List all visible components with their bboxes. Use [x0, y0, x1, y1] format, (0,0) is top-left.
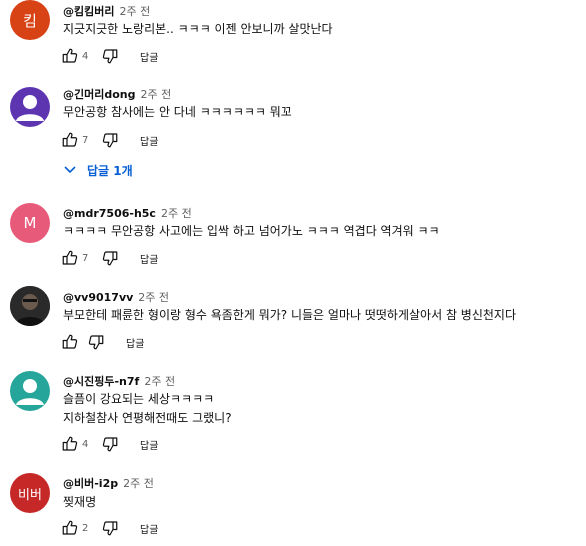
comment-header: @긴머리dong 2주 전: [63, 86, 171, 102]
avatar[interactable]: 비버: [10, 473, 50, 513]
reply-button[interactable]: 답글: [126, 335, 144, 350]
avatar[interactable]: [10, 371, 50, 411]
thumbs-down-icon[interactable]: [100, 130, 120, 150]
thumbs-down-icon[interactable]: [100, 434, 120, 454]
avatar[interactable]: [10, 286, 50, 326]
avatar-initial: 킴: [23, 11, 37, 30]
person-icon: [16, 379, 44, 405]
comment-header: @비버-i2p 2주 전: [63, 475, 154, 491]
comment-time[interactable]: 2주 전: [138, 291, 169, 304]
thumbs-down-icon[interactable]: [100, 46, 120, 66]
view-replies-label: 답글 1개: [87, 164, 133, 178]
comment-actions: 4 답글: [60, 45, 158, 67]
comment-text: 찢재명: [63, 495, 97, 509]
like-count: 4: [82, 50, 89, 62]
thumbs-down-icon[interactable]: [100, 518, 120, 538]
comment-time[interactable]: 2주 전: [141, 88, 172, 101]
thumbs-up-icon[interactable]: [60, 434, 80, 454]
comment-author[interactable]: @킴킴버리: [63, 5, 114, 18]
comment-header: @vv9017vv 2주 전: [63, 289, 169, 305]
comment-author[interactable]: @비버-i2p: [63, 477, 118, 490]
comment-time[interactable]: 2주 전: [123, 477, 154, 490]
comment-actions: 답글: [60, 331, 144, 353]
comment-header: @시진핑두-n7f 2주 전: [63, 373, 175, 389]
comment-actions: 7 답글: [60, 129, 158, 151]
thumbs-up-icon[interactable]: [60, 130, 80, 150]
comment-author[interactable]: @mdr7506-h5c: [63, 207, 156, 220]
profile-photo: [10, 286, 50, 326]
like-count: 2: [82, 522, 89, 534]
comment-text: 부모한테 패륜한 형이랑 형수 욕좀한게 뭐가? 니들은 얼마나 떳떳하게살아서…: [63, 308, 516, 322]
reply-button[interactable]: 답글: [140, 251, 158, 266]
comment-actions: 2 답글: [60, 517, 158, 539]
like-count: 7: [82, 134, 89, 146]
thumbs-up-icon[interactable]: [60, 46, 80, 66]
thumbs-up-icon[interactable]: [60, 248, 80, 268]
comment-header: @mdr7506-h5c 2주 전: [63, 205, 192, 221]
thumbs-down-icon[interactable]: [86, 332, 106, 352]
avatar[interactable]: [10, 87, 50, 127]
reply-button[interactable]: 답글: [140, 133, 158, 148]
avatar-initial: 비버: [18, 487, 42, 503]
avatar[interactable]: 킴: [10, 0, 50, 40]
person-icon: [16, 95, 44, 121]
chevron-down-icon: [63, 164, 77, 178]
thumbs-up-icon[interactable]: [60, 518, 80, 538]
avatar[interactable]: M: [10, 203, 50, 243]
reply-button[interactable]: 답글: [140, 49, 158, 64]
thumbs-up-icon[interactable]: [60, 332, 80, 352]
reply-button[interactable]: 답글: [140, 437, 158, 452]
comment-text: 슬픔이 강요되는 세상ㅋㅋㅋㅋ 지하철참사 연평해전때도 그랬니?: [63, 392, 232, 425]
comment-time[interactable]: 2주 전: [119, 5, 150, 18]
like-count: 4: [82, 438, 89, 450]
comment-header: @킴킴버리 2주 전: [63, 3, 150, 19]
comment-text: 무안공항 참사에는 안 다네 ㅋㅋㅋㅋㅋㅋ 뭐꼬: [63, 105, 292, 119]
comment-time[interactable]: 2주 전: [161, 207, 192, 220]
comment-text: 지긋지긋한 노랑리본.. ㅋㅋㅋ 이젠 안보니까 살맛난다: [63, 22, 333, 36]
like-count: 7: [82, 252, 89, 264]
thumbs-down-icon[interactable]: [100, 248, 120, 268]
comment-author[interactable]: @긴머리dong: [63, 88, 136, 101]
view-replies-button[interactable]: 답글 1개: [63, 162, 133, 179]
comment-actions: 4 답글: [60, 433, 158, 455]
avatar-initial: M: [23, 214, 37, 232]
comment-text: ㅋㅋㅋㅋ 무안공항 사고에는 입싹 하고 넘어가노 ㅋㅋㅋ 역겹다 역겨워 ㅋㅋ: [63, 224, 440, 238]
comment-author[interactable]: @vv9017vv: [63, 291, 133, 304]
comment-time[interactable]: 2주 전: [144, 375, 175, 388]
comment-actions: 7 답글: [60, 247, 158, 269]
reply-button[interactable]: 답글: [140, 521, 158, 536]
comment-author[interactable]: @시진핑두-n7f: [63, 375, 139, 388]
